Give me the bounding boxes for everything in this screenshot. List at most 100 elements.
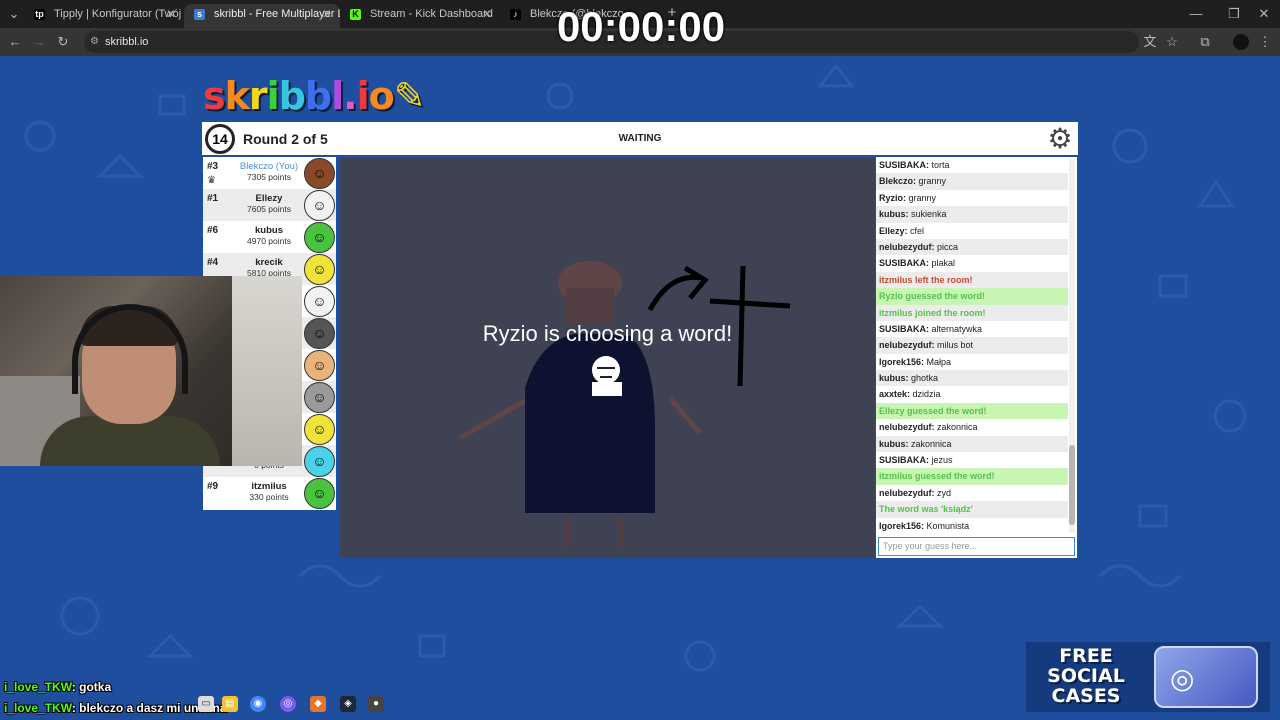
choosing-word-message: Ryzio is choosing a word! <box>482 321 733 346</box>
player-name: Ellezy <box>255 193 283 204</box>
tab-tipply[interactable]: tp Tipply | Konfigurator (Twój cel) ✕ <box>24 4 184 28</box>
webcam-window-light <box>232 276 302 466</box>
chat-system-text: Ellezy guessed the word! <box>879 405 987 416</box>
close-tab-icon[interactable]: ✕ <box>322 4 332 24</box>
extensions-icon[interactable]: ⧉ <box>1197 34 1213 50</box>
chat-username: Igorek156: <box>879 356 925 367</box>
back-icon[interactable]: ← <box>7 34 23 50</box>
player-points: 7305 points <box>247 172 291 182</box>
chat-message: kubus: sukienka <box>876 206 1068 223</box>
tiktok-favicon-icon: ♪ <box>510 9 521 20</box>
chat-system-text: The word was 'ksiądz' <box>879 504 973 515</box>
chat-panel: SUSIBAKA: torta Blekczo: granny Ryzio: gra… <box>876 157 1077 558</box>
obs-icon[interactable]: ● <box>368 696 384 712</box>
chat-text: milus bot <box>937 340 974 351</box>
player-avatar-icon: ☺ <box>304 254 335 285</box>
menu-icon[interactable]: ⋮ <box>1257 34 1273 50</box>
tab-label: Tipply | Konfigurator (Twój cel) <box>54 8 184 20</box>
chat-message: Igorek156: Komunista <box>876 518 1068 534</box>
close-window-icon[interactable]: ✕ <box>1256 6 1272 22</box>
site-info-icon[interactable]: ⚙ <box>90 31 99 53</box>
stream-chat-text: : gotka <box>71 680 112 694</box>
steam-icon[interactable]: ◈ <box>340 696 356 712</box>
chat-username: Ryzio: <box>879 192 906 203</box>
app-icon[interactable]: ◆ <box>310 696 326 712</box>
tab-kick[interactable]: K Stream - Kick Dashboard ✕ <box>340 4 500 28</box>
close-tab-icon[interactable]: ✕ <box>482 4 492 24</box>
player-avatar-icon: ☺ <box>304 446 335 477</box>
discord-logo-icon: ◎ <box>1170 663 1195 694</box>
player-avatar-icon: ☺ <box>304 414 335 445</box>
profile-avatar[interactable] <box>1233 34 1249 50</box>
chat-text: jezus <box>931 455 953 466</box>
translate-icon[interactable]: 文 <box>1142 34 1158 50</box>
chat-message: The word was 'ksiądz' <box>876 501 1068 518</box>
chat-text: ghotka <box>911 373 939 384</box>
case-box-image: ◎ <box>1154 646 1258 708</box>
guess-input[interactable]: Type your guess here... <box>878 537 1075 556</box>
player-rank: #9 <box>207 481 219 492</box>
player-avatar-icon: ☺ <box>304 382 335 413</box>
player-row[interactable]: #6 kubus 4970 points ☺ <box>203 221 336 253</box>
taskbar: ▭ ▤ ◉ ◎ ◆ ◈ ● <box>180 694 400 716</box>
tab-skribbl[interactable]: s skribbl - Free Multiplayer Draw ✕ <box>184 4 340 28</box>
player-name: krecik <box>255 257 283 268</box>
chat-username: SUSIBAKA: <box>879 323 930 334</box>
stream-chat-line: i_love_TKW: gotka <box>4 680 111 694</box>
chat-message: kubus: ghotka <box>876 370 1068 387</box>
chat-username: SUSIBAKA: <box>879 455 930 466</box>
player-row[interactable]: #9 itzmilus 330 points ☺ <box>203 477 336 509</box>
player-name: kubus <box>255 225 283 236</box>
chat-message: SUSIBAKA: jezus <box>876 452 1068 468</box>
player-rank: #6 <box>207 225 219 236</box>
tab-label: Stream - Kick Dashboard <box>370 8 493 20</box>
chat-log[interactable]: SUSIBAKA: torta Blekczo: granny Ryzio: gra… <box>876 157 1068 535</box>
close-tab-icon[interactable]: ✕ <box>166 4 176 24</box>
task-view-icon[interactable]: ▭ <box>198 696 214 712</box>
tab-search-icon[interactable]: ⌄ <box>6 6 22 22</box>
settings-gear-icon[interactable]: ⚙ <box>1045 124 1075 154</box>
chat-scroll-thumb[interactable] <box>1069 445 1075 525</box>
skribbl-logo[interactable]: skribbl.io✎ <box>203 74 426 118</box>
promo-text: FREE SOCIAL CASES <box>1040 646 1132 706</box>
chat-message: SUSIBAKA: torta <box>876 157 1068 173</box>
chrome-icon[interactable]: ◉ <box>250 696 266 712</box>
player-rank: #1 <box>207 193 219 204</box>
stream-chat-user: i_love_TKW <box>4 680 72 694</box>
bookmark-star-icon[interactable]: ☆ <box>1164 34 1180 50</box>
player-row[interactable]: #1 Ellezy 7605 points ☺ <box>203 189 336 221</box>
webcam-overlay <box>0 276 302 466</box>
player-avatar-icon: ☺ <box>304 478 335 509</box>
forward-icon[interactable]: → <box>31 34 47 50</box>
player-avatar-icon: ☺ <box>304 222 335 253</box>
chat-text: Małpa <box>926 356 952 367</box>
chat-message: nelubezyduf: zyd <box>876 485 1068 501</box>
chat-message: Ryzio guessed the word! <box>876 288 1068 305</box>
chat-username: Blekczo: <box>879 176 917 187</box>
promo-line: CASES <box>1051 685 1121 707</box>
chat-message: Blekczo: granny <box>876 173 1068 190</box>
player-points: 4970 points <box>247 236 291 246</box>
discord-icon[interactable]: ◎ <box>280 696 296 712</box>
chat-username: SUSIBAKA: <box>879 258 930 269</box>
chat-username: Igorek156: <box>879 520 925 531</box>
chat-message: itzmilus guessed the word! <box>876 468 1068 485</box>
chat-username: nelubezyduf: <box>879 241 935 252</box>
player-avatar-icon: ☺ <box>304 286 335 317</box>
chat-system-text: itzmilus left the room! <box>879 274 973 285</box>
chat-message: SUSIBAKA: alternatywka <box>876 321 1068 337</box>
drawing-canvas[interactable]: Ryzio is choosing a word! <box>340 158 875 558</box>
tipply-favicon-icon: tp <box>34 9 45 20</box>
promo-line: FREE <box>1059 645 1113 667</box>
chat-message: itzmilus left the room! <box>876 271 1068 289</box>
maximize-icon[interactable]: ❐ <box>1226 6 1242 22</box>
chat-text: picca <box>937 241 959 252</box>
player-row[interactable]: #3 ♛ Blekczo (You) 7305 points ☺ <box>203 157 336 189</box>
minimize-icon[interactable]: — <box>1188 6 1204 22</box>
game-header: 14 Round 2 of 5 WAITING ⚙ <box>202 122 1078 155</box>
chat-system-text: itzmilus guessed the word! <box>879 471 995 482</box>
reload-icon[interactable]: ↻ <box>55 34 71 50</box>
game-status: WAITING <box>618 133 662 144</box>
file-explorer-icon[interactable]: ▤ <box>222 696 238 712</box>
chat-system-text: Ryzio guessed the word! <box>879 291 986 302</box>
